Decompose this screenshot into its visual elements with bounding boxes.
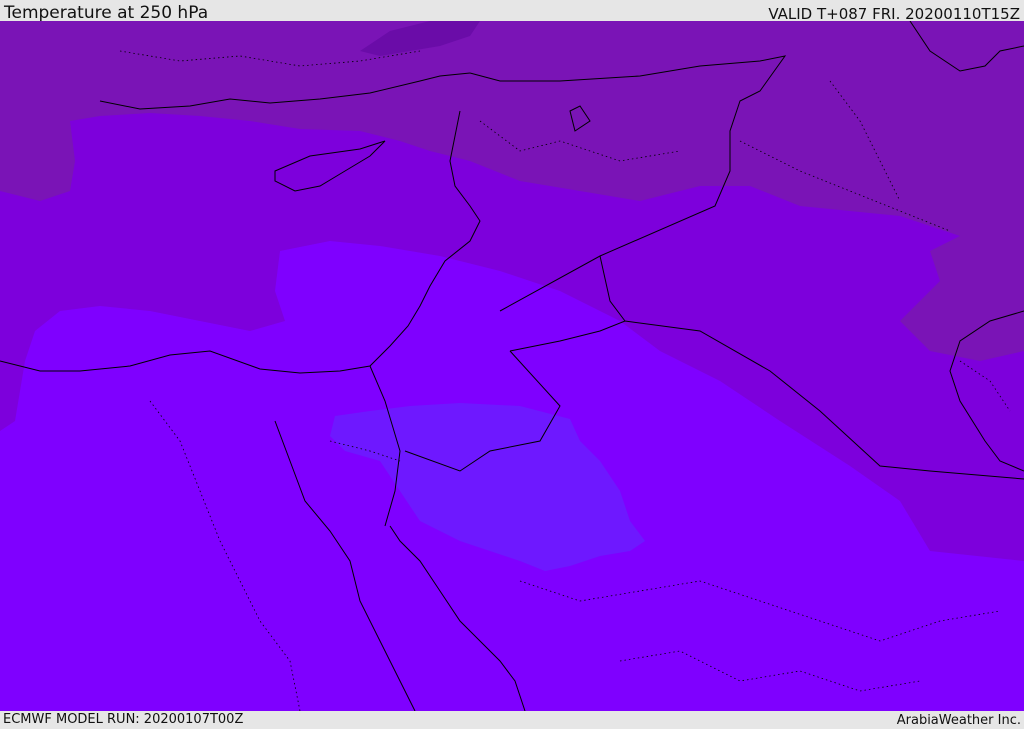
- map-canvas: [0, 21, 1024, 711]
- temperature-map[interactable]: [0, 21, 1024, 711]
- credit-label: ArabiaWeather Inc.: [896, 713, 1021, 728]
- header-bar: Temperature at 250 hPa VALID T+087 FRI. …: [0, 0, 1024, 23]
- map-title: Temperature at 250 hPa: [4, 3, 209, 23]
- model-run-label: ECMWF MODEL RUN: 20200107T00Z: [3, 712, 244, 727]
- footer-bar: ECMWF MODEL RUN: 20200107T00Z ArabiaWeat…: [0, 711, 1024, 729]
